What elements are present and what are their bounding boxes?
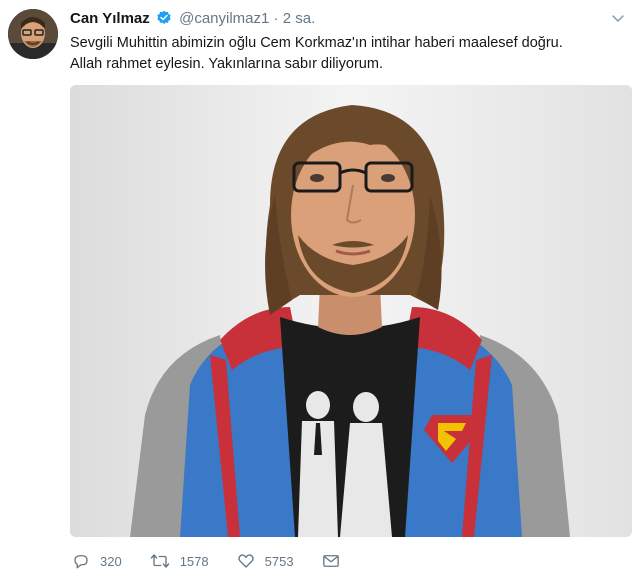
retweet-count: 1578 <box>179 553 209 569</box>
reply-count: 320 <box>100 553 122 569</box>
envelope-icon <box>322 555 339 567</box>
tweet-actions: 320 1578 5753 <box>72 551 378 571</box>
separator-dot: · <box>273 10 279 27</box>
like-button[interactable]: 5753 <box>237 552 294 570</box>
tweet-header: Can Yılmaz @canyilmaz1 · 2 sa. <box>70 9 315 31</box>
tweet-timestamp[interactable]: 2 sa. <box>283 10 316 27</box>
chevron-down-icon[interactable] <box>610 10 626 26</box>
direct-message-button[interactable] <box>322 552 350 570</box>
retweet-button[interactable]: 1578 <box>150 552 209 570</box>
retweet-icon <box>150 554 170 568</box>
tweet-text-line: Allah rahmet eylesin. Yakınlarına sabır … <box>70 56 383 72</box>
verified-badge-icon <box>156 10 172 31</box>
photo-image <box>70 85 632 537</box>
like-count: 5753 <box>264 553 294 569</box>
reply-icon <box>74 555 88 569</box>
tweet-text-line: Sevgili Muhittin abimizin oğlu Cem Korkm… <box>70 35 563 51</box>
avatar-image <box>8 9 58 59</box>
tweet: Can Yılmaz @canyilmaz1 · 2 sa. Sevgili M… <box>0 0 640 576</box>
tweet-text: Sevgili Muhittin abimizin oğlu Cem Korkm… <box>70 33 630 75</box>
author-name[interactable]: Can Yılmaz <box>70 10 150 27</box>
author-handle[interactable]: @canyilmaz1 <box>179 10 269 27</box>
tweet-photo[interactable] <box>70 85 632 537</box>
avatar[interactable] <box>8 9 58 59</box>
heart-icon <box>237 554 254 568</box>
reply-button[interactable]: 320 <box>72 552 122 570</box>
